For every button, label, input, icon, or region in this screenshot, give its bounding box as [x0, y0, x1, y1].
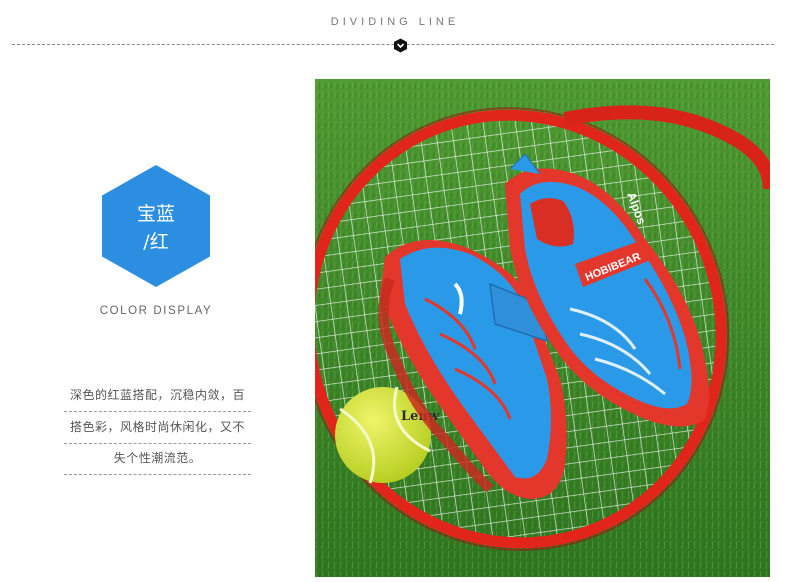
description-line-1: 深色的红蓝搭配，沉稳内敛，百	[64, 379, 251, 412]
product-photo: Alpos Lenw HOBIBEAR	[315, 79, 770, 577]
color-name-line1: 宝蓝	[136, 203, 175, 225]
color-name-line2: /红	[143, 231, 169, 253]
color-display-label: COLOR DISPLAY	[99, 305, 213, 317]
chevron-down-icon	[394, 38, 407, 53]
product-photo-illustration: Alpos Lenw HOBIBEAR	[315, 79, 770, 577]
color-name: 宝蓝 /红	[102, 200, 210, 256]
description-line-2: 搭色彩，风格时尚休闲化，又不	[64, 411, 251, 444]
description-line-3: 失个性潮流范。	[64, 442, 251, 475]
section-title: DIVIDING LINE	[330, 16, 460, 28]
